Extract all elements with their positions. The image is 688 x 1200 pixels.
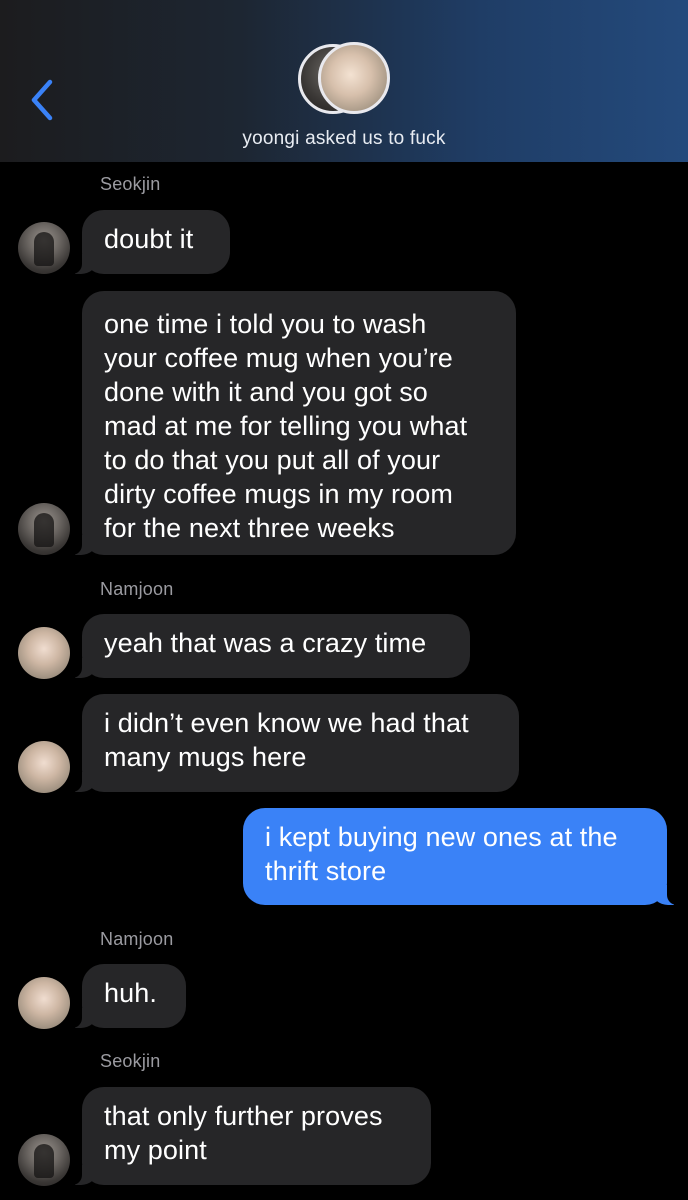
message-line: to do that you put all of your — [104, 445, 441, 475]
avatar-seokjin[interactable] — [18, 1134, 70, 1186]
chevron-left-icon[interactable] — [26, 78, 60, 122]
group-avatar-namjoon — [318, 42, 390, 114]
message-line: that only further proves — [104, 1101, 383, 1131]
group-title[interactable]: yoongi asked us to fuck — [0, 128, 688, 150]
avatar-namjoon[interactable] — [18, 741, 70, 793]
message-bubble-incoming[interactable]: yeah that was a crazy time — [70, 614, 470, 678]
message-line: my point — [104, 1135, 207, 1165]
message-bubble-incoming[interactable]: that only further proves my point — [70, 1087, 431, 1185]
message-line: many mugs here — [104, 742, 307, 772]
message-line: yeah that was a crazy time — [104, 628, 427, 658]
avatar-seokjin[interactable] — [18, 503, 70, 555]
message-line: done with it and you got so — [104, 377, 428, 407]
message-line: i kept buying new ones at the — [265, 822, 618, 852]
message-line: one time i told you to wash — [104, 309, 427, 339]
sender-label-seokjin: Seokjin — [100, 174, 161, 194]
sender-label-seokjin: Seokjin — [100, 1051, 161, 1071]
message-bubble-incoming[interactable]: one time i told you to wash your coffee … — [70, 291, 516, 555]
message-line: huh. — [104, 978, 157, 1008]
message-line: doubt it — [104, 224, 194, 254]
message-line: i didn’t even know we had that — [104, 708, 469, 738]
message-bubble-incoming[interactable]: i didn’t even know we had that many mugs… — [70, 694, 519, 792]
message-line: your coffee mug when you’re — [104, 343, 453, 373]
group-avatar[interactable] — [298, 42, 392, 118]
message-bubble-incoming[interactable]: huh. — [70, 964, 186, 1028]
message-line: mad at me for telling you what — [104, 411, 468, 441]
sender-label-namjoon: Namjoon — [100, 929, 174, 949]
avatar-seokjin[interactable] — [18, 222, 70, 274]
avatar-namjoon[interactable] — [18, 977, 70, 1029]
message-line: for the next three weeks — [104, 513, 395, 543]
message-bubble-outgoing[interactable]: i kept buying new ones at the thrift sto… — [243, 808, 679, 905]
message-line: dirty coffee mugs in my room — [104, 479, 453, 509]
chat-header: yoongi asked us to fuck — [0, 0, 688, 162]
message-line: thrift store — [265, 856, 387, 886]
avatar-namjoon[interactable] — [18, 627, 70, 679]
sender-label-namjoon: Namjoon — [100, 579, 174, 599]
message-bubble-incoming[interactable]: doubt it — [70, 210, 230, 274]
